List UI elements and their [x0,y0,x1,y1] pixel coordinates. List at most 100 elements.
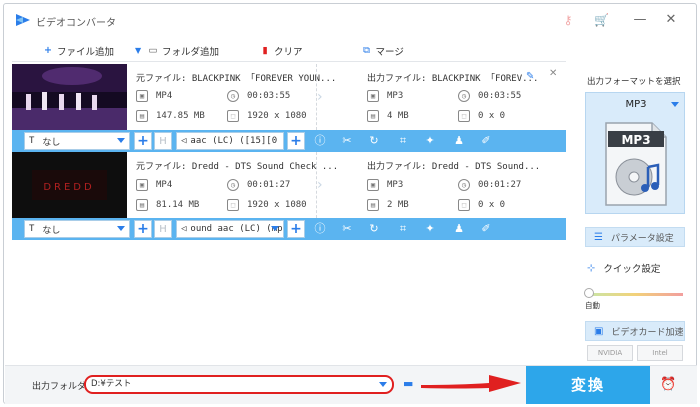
options-bar: T なし + H ◁ ound aac (LC) (mp + ⓘ ✂ ↻ ⌗ ✦… [12,218,566,240]
rotate-icon[interactable]: ↻ [367,134,381,148]
cut-icon[interactable]: ✂ [340,134,354,148]
video-thumbnail[interactable]: DREDD [12,152,127,218]
format-icon: ▣ [136,90,148,102]
clear-label: クリア [274,46,303,58]
output-duration: ◷ 00:03:55 [458,90,521,102]
slider-label: 自動 [585,301,600,310]
file-size-icon: ▤ [367,110,379,122]
source-format: ▣ MP4 [136,179,172,191]
close-window-button[interactable]: ✕ [663,12,679,28]
convert-button[interactable]: 変換 [526,366,650,404]
output-folder-input[interactable]: D:¥テスト [84,375,394,394]
resolution-icon: ⬚ [227,110,239,122]
add-audio-button[interactable]: + [287,220,305,238]
speaker-icon: ◁ [181,224,187,234]
quick-settings-icon: ⊹ [587,262,596,274]
mp3-file-icon: MP3 [605,122,667,206]
quality-slider-handle[interactable] [584,288,594,298]
title-bar: ビデオコンバータ ⚷ 🛒 — ✕ [4,4,696,36]
info-icon[interactable]: ⓘ [313,222,327,236]
source-size: ▤ 147.85 MB [136,110,205,122]
subtitle-h-button[interactable]: H [154,220,172,238]
rotate-icon[interactable]: ↻ [367,222,381,236]
bottom-bar: 出力フォルダ: D:¥テスト ▬ 変換 ⏰ [5,365,697,404]
app-window: ビデオコンバータ ⚷ 🛒 — ✕ + ファイル追加 ▼ ▭ フォルダ追加 ▮ ク… [3,3,697,404]
key-icon[interactable]: ⚷ [561,13,575,27]
watermark-icon[interactable]: ♟ [452,222,466,236]
gpu-acceleration-button[interactable]: ▣ ビデオカード加速 [585,321,685,341]
subtitle-h-button[interactable]: H [154,132,172,150]
clear-button[interactable]: ▮ クリア [259,44,303,58]
add-file-button[interactable]: + ファイル追加 [42,44,114,58]
cart-icon[interactable]: 🛒 [594,13,609,27]
output-format: ▣ MP3 [367,179,403,191]
parameter-settings-button[interactable]: ☰ パラメータ設定 [585,227,685,247]
dropdown-caret-icon: ▼ [134,46,142,55]
crop-icon[interactable]: ⌗ [396,134,410,148]
merge-button[interactable]: ⧉ マージ [361,44,404,58]
file-size-icon: ▤ [367,199,379,211]
cut-icon[interactable]: ✂ [340,222,354,236]
info-icon[interactable]: ⓘ [313,134,327,148]
file-row[interactable]: 元ファイル: BLACKPINK 「FOREVER YOUN... ▣ MP4 ◷… [12,64,566,130]
chevron-down-icon[interactable] [379,382,387,387]
add-subtitle-button[interactable]: + [134,132,152,150]
output-folder-label: 出力フォルダ: [32,382,90,392]
svg-text:DREDD: DREDD [43,182,94,193]
remove-file-icon[interactable]: ✕ [549,68,557,79]
source-duration: ◷ 00:03:55 [227,90,290,102]
add-subtitle-button[interactable]: + [134,220,152,238]
output-format-selector[interactable]: MP3 MP3 [585,92,685,214]
open-folder-icon[interactable]: ▬ [403,378,417,390]
quality-slider-track[interactable] [587,293,683,296]
add-folder-button[interactable]: ▼ ▭ フォルダ追加 [132,44,219,58]
alarm-clock-icon[interactable]: ⏰ [660,377,676,393]
audio-track-select[interactable]: ◁ aac (LC) ([15][0 [176,132,284,150]
folder-icon: ▭ [148,45,158,56]
effect-icon[interactable]: ✦ [423,222,437,236]
output-size: ▤ 4 MB [367,110,409,122]
clock-icon: ◷ [458,90,470,102]
minimize-button[interactable]: — [632,12,648,28]
arrow-annotation-icon [421,375,521,392]
app-logo-icon [16,14,30,26]
format-icon: ▣ [367,179,379,191]
subtitle-icon: T [29,136,35,146]
chevron-right-icon: › [317,89,323,105]
app-title: ビデオコンバータ [36,18,116,29]
crop-icon[interactable]: ⌗ [396,222,410,236]
chevron-down-icon [671,102,679,107]
effect-icon[interactable]: ✦ [423,134,437,148]
edit-subtitle-icon[interactable]: ✐ [479,222,493,236]
source-size: ▤ 81.14 MB [136,199,199,211]
intel-badge[interactable]: Intel [637,345,683,361]
audio-track-select[interactable]: ◁ ound aac (LC) (mp [176,220,284,238]
speaker-icon: ◁ [181,136,187,146]
plus-icon: + [44,45,52,56]
resolution-icon: ⬚ [227,199,239,211]
source-resolution: ⬚ 1920 x 1080 [227,199,307,211]
resolution-icon: ⬚ [458,110,470,122]
output-filename: 出力ファイル: Dredd - DTS Sound... [367,162,541,172]
quick-settings: ⊹ クイック設定 [587,262,661,276]
sliders-icon: ☰ [594,231,603,243]
output-filename: 出力ファイル: BLACKPINK 「FOREV... [367,74,539,84]
resolution-icon: ⬚ [458,199,470,211]
add-audio-button[interactable]: + [287,132,305,150]
video-thumbnail[interactable] [12,64,127,130]
subtitle-select[interactable]: T なし [24,220,130,238]
edit-subtitle-icon[interactable]: ✐ [479,134,493,148]
output-resolution: ⬚ 0 x 0 [458,199,505,211]
output-settings-panel: 出力フォーマットを選択 MP3 MP3 ☰ パラメータ設定 ⊹ クイック設定 自… [575,64,693,364]
chevron-right-icon: › [317,177,323,193]
file-size-icon: ▤ [136,110,148,122]
subtitle-select[interactable]: T なし [24,132,130,150]
output-format: ▣ MP3 [367,90,403,102]
clock-icon: ◷ [227,90,239,102]
file-row[interactable]: DREDD 元ファイル: Dredd - DTS Sound Check ...… [12,152,566,218]
format-icon: ▣ [367,90,379,102]
clock-icon: ◷ [458,179,470,191]
nvidia-badge[interactable]: NVIDIA [587,345,633,361]
watermark-icon[interactable]: ♟ [452,134,466,148]
edit-output-icon[interactable]: ✎ [526,71,534,82]
